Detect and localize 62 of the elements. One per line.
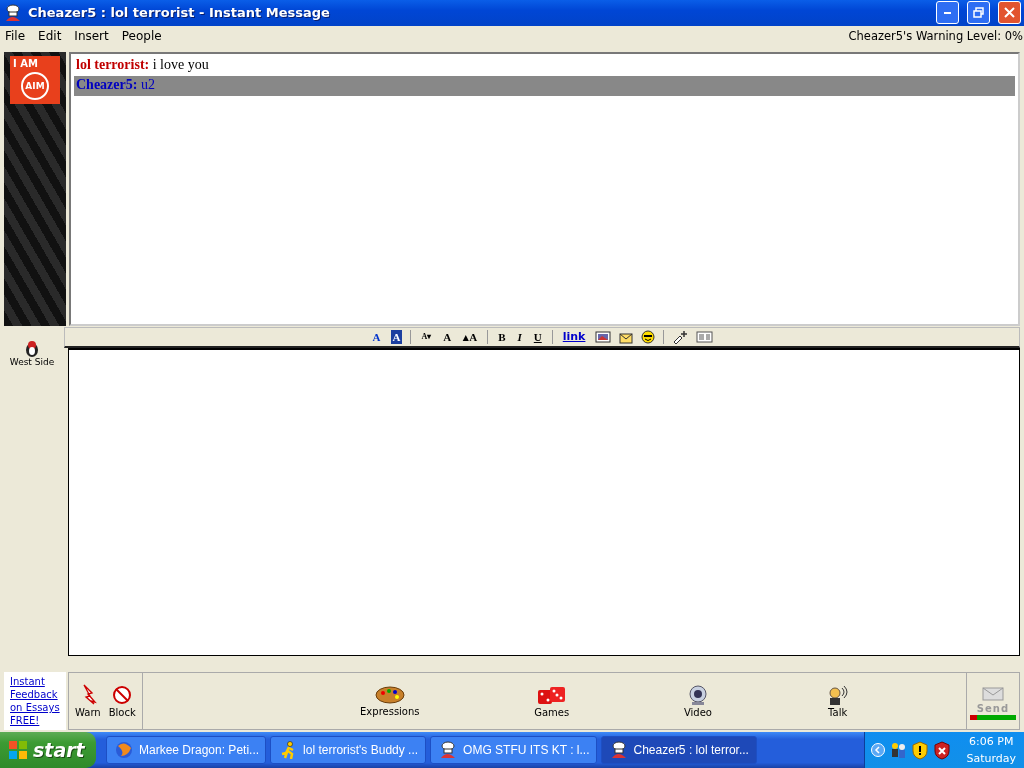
window-title: Cheazer5 : lol terrorist - Instant Message [28,5,331,21]
palette-icon [374,684,405,704]
font-size-button[interactable]: ▴A [461,329,480,344]
taskbar-button[interactable]: Markee Dragon: Peti... [106,736,267,765]
clock-day: Saturday [966,752,1016,766]
card-icon[interactable] [696,329,714,344]
people-icon[interactable] [889,741,907,760]
message-text: i love you [152,56,209,72]
warning-level: Cheazer5's Warning Level: 0% [848,28,1024,43]
aim-logo: AIM [21,71,49,100]
font-size-button[interactable]: A [441,329,454,344]
warn-button[interactable]: Warn [75,684,101,719]
dice-icon [537,684,567,705]
close-button[interactable] [998,1,1021,25]
restore-icon [973,7,984,19]
pen-plus-icon[interactable] [672,329,689,344]
menu-item[interactable]: File [5,28,26,43]
penguin-icon[interactable] [25,339,39,357]
link-button[interactable]: link [560,329,588,344]
ad-link[interactable]: Instant Feedback on Essays FREE! [4,672,66,731]
badge-text: I AM [13,57,39,69]
start-button[interactable]: start [0,732,96,768]
picture-icon[interactable] [595,330,612,343]
smiley-icon[interactable] [641,329,656,344]
menu-item[interactable]: Edit [38,28,62,43]
action-button[interactable]: Expressions [360,684,420,718]
webcam-icon [687,684,708,705]
message-text: u2 [140,76,155,92]
text-color-button[interactable]: A [370,329,383,344]
taskbar-button[interactable]: OMG STFU ITS KT : l... [430,736,597,765]
action-button[interactable]: Games [534,684,570,718]
menu-item[interactable]: Insert [74,28,109,43]
minimize-button[interactable] [936,1,959,25]
chef-icon [609,741,628,760]
sender-name: lol terrorist: [76,56,150,72]
restore-button[interactable] [967,1,990,25]
background-color-button[interactable]: A [390,329,403,344]
action-button[interactable]: Video [683,684,712,718]
globe-icon [115,741,133,760]
taskbar-button[interactable]: Cheazer5 : lol terror... [600,736,757,765]
menu-item[interactable]: People [121,28,162,43]
block-icon [111,684,134,705]
action-button[interactable]: Talk [826,684,849,718]
shield-icon[interactable] [911,740,929,760]
bold-button[interactable]: B [496,329,508,344]
smaller-font-button[interactable]: A▾ [419,329,434,344]
minimize-icon [944,11,951,15]
close-icon [1004,7,1015,19]
headset-icon [826,684,849,705]
italic-button[interactable]: I [515,329,524,344]
block-button[interactable]: Block [108,684,136,718]
underline-button[interactable]: U [531,329,544,344]
message-input[interactable] [68,347,1020,657]
sender-name: Cheazer5: [76,76,138,92]
buddy-name[interactable]: West Side [9,356,55,367]
warning-meter [970,714,1016,720]
windows-flag-icon [8,740,28,761]
shield-icon[interactable] [933,740,951,760]
clock-time: 6:06 PM [969,735,1014,749]
taskbar-button[interactable]: lol terrorist's Buddy ... [270,736,427,765]
chevron-left-icon[interactable] [871,743,885,758]
chef-icon [4,3,22,22]
